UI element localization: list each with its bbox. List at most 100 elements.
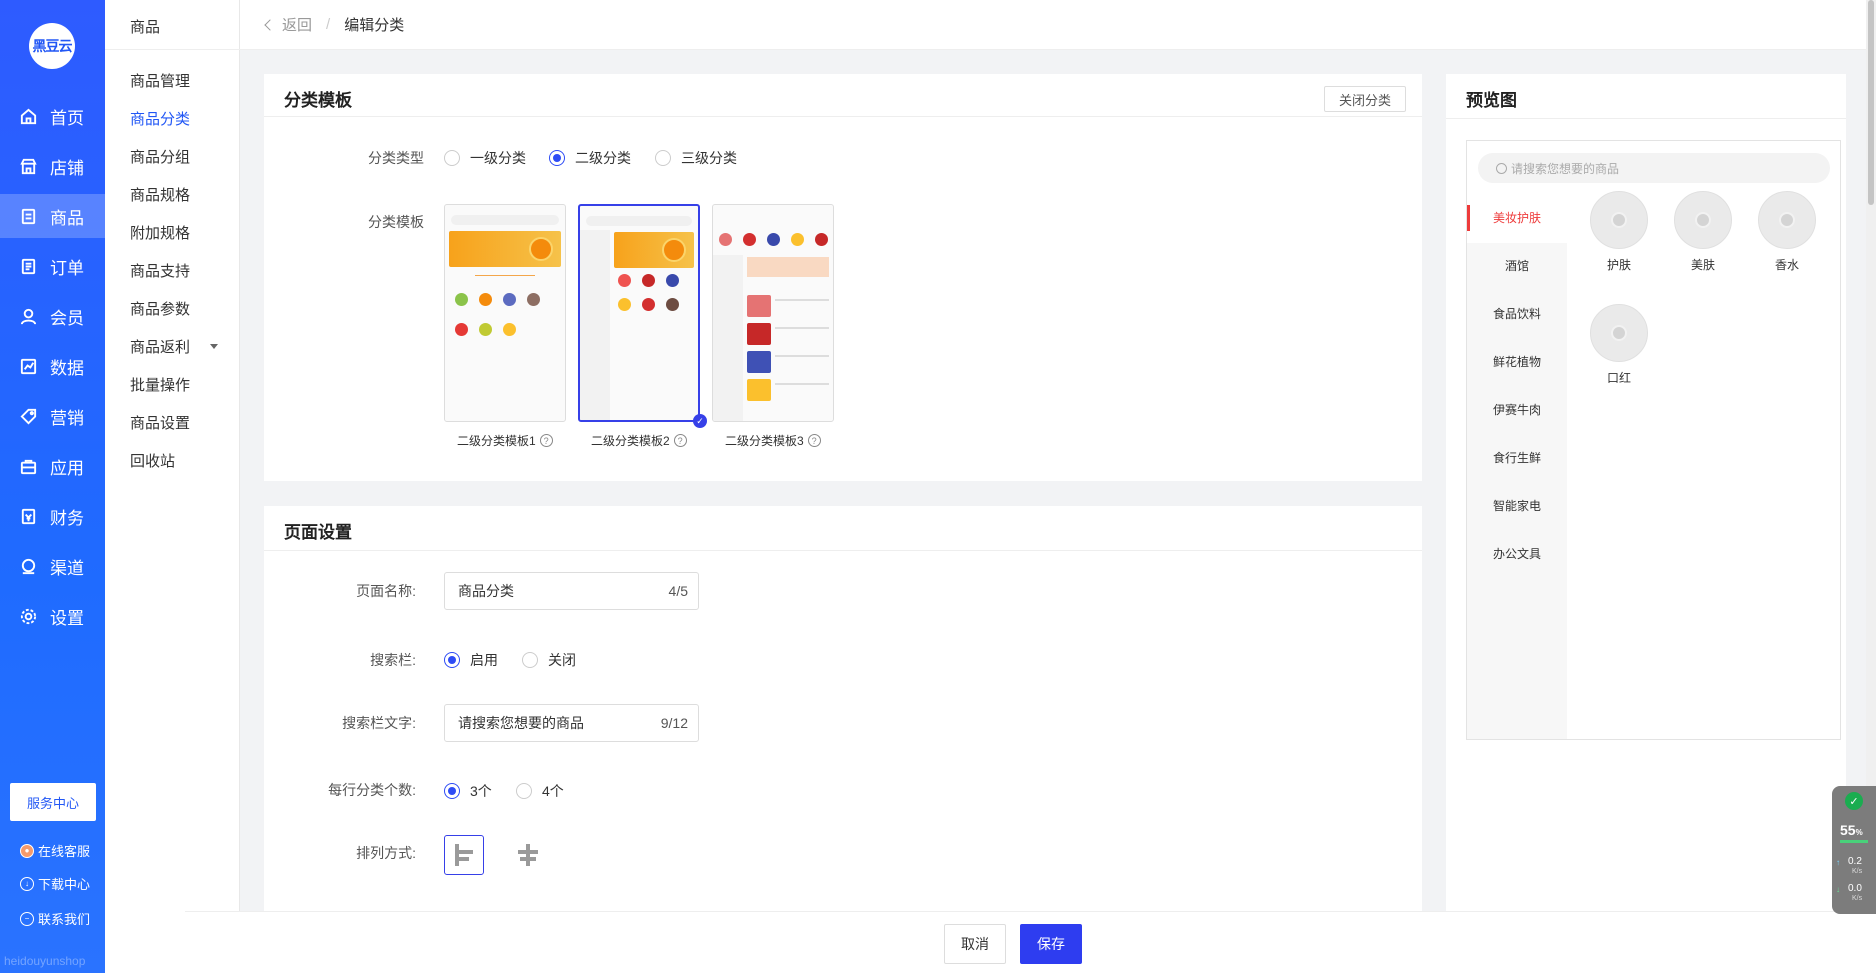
preview-category[interactable]: 美妆护肤: [1493, 209, 1541, 226]
tag-icon: [20, 408, 37, 424]
subnav-item-recycle[interactable]: 回收站: [130, 450, 175, 471]
nav-home[interactable]: 首页: [0, 94, 105, 138]
subnav-item-goods-manage[interactable]: 商品管理: [130, 70, 190, 91]
nav-label: 设置: [50, 608, 84, 628]
template-name: 二级分类模板1: [457, 434, 536, 448]
nav-label: 财务: [50, 508, 84, 528]
nav-channels[interactable]: 渠道: [0, 544, 105, 588]
brand-logo[interactable]: 黑豆云: [29, 23, 75, 69]
preview-category[interactable]: 伊赛牛肉: [1493, 401, 1541, 418]
preview-category[interactable]: 食品饮料: [1493, 305, 1541, 322]
template-thumb-2[interactable]: [578, 204, 700, 422]
nav-marketing[interactable]: 营销: [0, 394, 105, 438]
subcategory-image[interactable]: [1758, 191, 1816, 249]
subnav-item-goods-category[interactable]: 商品分类: [130, 108, 190, 129]
subnav-item-goods-params[interactable]: 商品参数: [130, 298, 190, 319]
image-placeholder-icon: [1779, 212, 1795, 228]
search-text-input[interactable]: 请搜索您想要的商品 9/12: [444, 704, 699, 742]
radio-label: 一级分类: [470, 150, 526, 166]
network-monitor-widget[interactable]: ✓ 55% ↑ 0.2 K/s ↓ 0.0 K/s: [1832, 786, 1876, 914]
subnav-item-goods-rebate[interactable]: 商品返利: [130, 336, 190, 357]
align-center-button[interactable]: [508, 835, 548, 875]
nav-apps[interactable]: 应用: [0, 444, 105, 488]
page-name-input[interactable]: 商品分类 4/5: [444, 572, 699, 610]
contact-us-link[interactable]: − 联系我们: [20, 909, 90, 928]
arrow-down-icon: ↓: [1836, 885, 1840, 894]
back-link[interactable]: 返回: [264, 14, 313, 35]
card-title: 分类模板: [284, 91, 352, 110]
download-center-link[interactable]: ↓ 下载中心: [20, 874, 90, 893]
breadcrumb-current: 编辑分类: [344, 17, 405, 34]
speed-unit: K/s: [1852, 868, 1863, 875]
cpu-percent: 55%: [1840, 822, 1863, 838]
preview-category-list: [1467, 195, 1567, 739]
nav-label: 首页: [50, 108, 84, 128]
service-center-button[interactable]: 服务中心: [10, 783, 96, 821]
order-icon: [21, 258, 36, 274]
nav-data[interactable]: 数据: [0, 344, 105, 388]
nav-settings[interactable]: 设置: [0, 594, 105, 638]
template-thumb-3[interactable]: [712, 204, 834, 422]
page-settings-card: 页面设置: [264, 506, 1422, 911]
help-icon[interactable]: ?: [539, 434, 553, 447]
nav-label: 订单: [50, 258, 84, 278]
subnav-item-goods-group[interactable]: 商品分组: [130, 146, 190, 167]
nav-finance[interactable]: 财务: [0, 494, 105, 538]
subnav-item-goods-settings[interactable]: 商品设置: [130, 412, 190, 433]
cancel-button[interactable]: 取消: [944, 924, 1006, 964]
template-thumb-1[interactable]: [444, 204, 566, 422]
radio-per-row-3[interactable]: 3个: [444, 781, 492, 801]
online-service-link[interactable]: ● 在线客服: [20, 841, 90, 860]
usage-bar: [1840, 840, 1868, 843]
close-category-button[interactable]: 关闭分类: [1324, 86, 1406, 112]
subnav-item-goods-spec[interactable]: 商品规格: [130, 184, 190, 205]
subcategory-image[interactable]: [1590, 304, 1648, 362]
radio-label: 启用: [470, 652, 498, 668]
preview-category[interactable]: 酒馆: [1505, 257, 1529, 274]
save-button[interactable]: 保存: [1020, 924, 1082, 964]
image-placeholder-icon: [1695, 212, 1711, 228]
page-name-label: 页面名称:: [356, 583, 416, 599]
link-label: 联系我们: [38, 912, 91, 927]
nav-store[interactable]: 店铺: [0, 144, 105, 188]
radio-per-row-4[interactable]: 4个: [516, 781, 564, 801]
subnav-item-batch[interactable]: 批量操作: [130, 374, 190, 395]
radio-level3[interactable]: 三级分类: [655, 148, 737, 168]
nav-goods[interactable]: 商品: [0, 194, 105, 238]
link-label: 在线客服: [38, 844, 91, 859]
subcategory-name: 香水: [1774, 258, 1799, 272]
nav-label: 渠道: [50, 558, 84, 578]
back-label: 返回: [282, 17, 313, 34]
align-left-button[interactable]: [444, 835, 484, 875]
preview-search-bar[interactable]: 请搜索您想要的商品: [1478, 153, 1830, 183]
nav-members[interactable]: 会员: [0, 294, 105, 338]
preview-category[interactable]: 鲜花植物: [1493, 353, 1541, 370]
help-icon[interactable]: ?: [807, 434, 821, 447]
watermark: heidouyunshop: [4, 954, 86, 968]
radio-level2[interactable]: 二级分类: [549, 148, 631, 168]
footer-bar: 取消 保存: [185, 911, 1876, 973]
align-center-icon: [518, 844, 538, 866]
subnav-item-extra-spec[interactable]: 附加规格: [130, 222, 190, 243]
preview-category[interactable]: 智能家电: [1493, 497, 1541, 514]
radio-search-enable[interactable]: 启用: [444, 650, 498, 670]
subcategory-image[interactable]: [1674, 191, 1732, 249]
subcategory-name: 护肤: [1606, 258, 1631, 272]
preview-category[interactable]: 食行生鲜: [1493, 449, 1541, 466]
char-count: 4/5: [668, 583, 688, 599]
template-label-3: 二级分类模板3?: [725, 432, 821, 449]
nav-orders[interactable]: 订单: [0, 244, 105, 288]
subnav-item-goods-support[interactable]: 商品支持: [130, 260, 190, 281]
preview-category[interactable]: 办公文具: [1493, 545, 1541, 562]
radio-level1[interactable]: 一级分类: [444, 148, 526, 168]
sub-sidebar: 商品 商品管理 商品分类 商品分组 商品规格 附加规格 商品支持 商品参数 商品…: [105, 0, 240, 973]
chevron-down-icon[interactable]: [210, 344, 218, 349]
help-icon[interactable]: ?: [673, 434, 687, 447]
subcategory-image[interactable]: [1590, 191, 1648, 249]
image-placeholder-icon: [1611, 212, 1627, 228]
arrange-label: 排列方式:: [356, 845, 416, 861]
avatar-icon: ●: [20, 843, 34, 858]
radio-search-disable[interactable]: 关闭: [522, 650, 576, 670]
chevron-left-icon: [264, 18, 276, 31]
template-label-1: 二级分类模板1?: [457, 432, 553, 449]
